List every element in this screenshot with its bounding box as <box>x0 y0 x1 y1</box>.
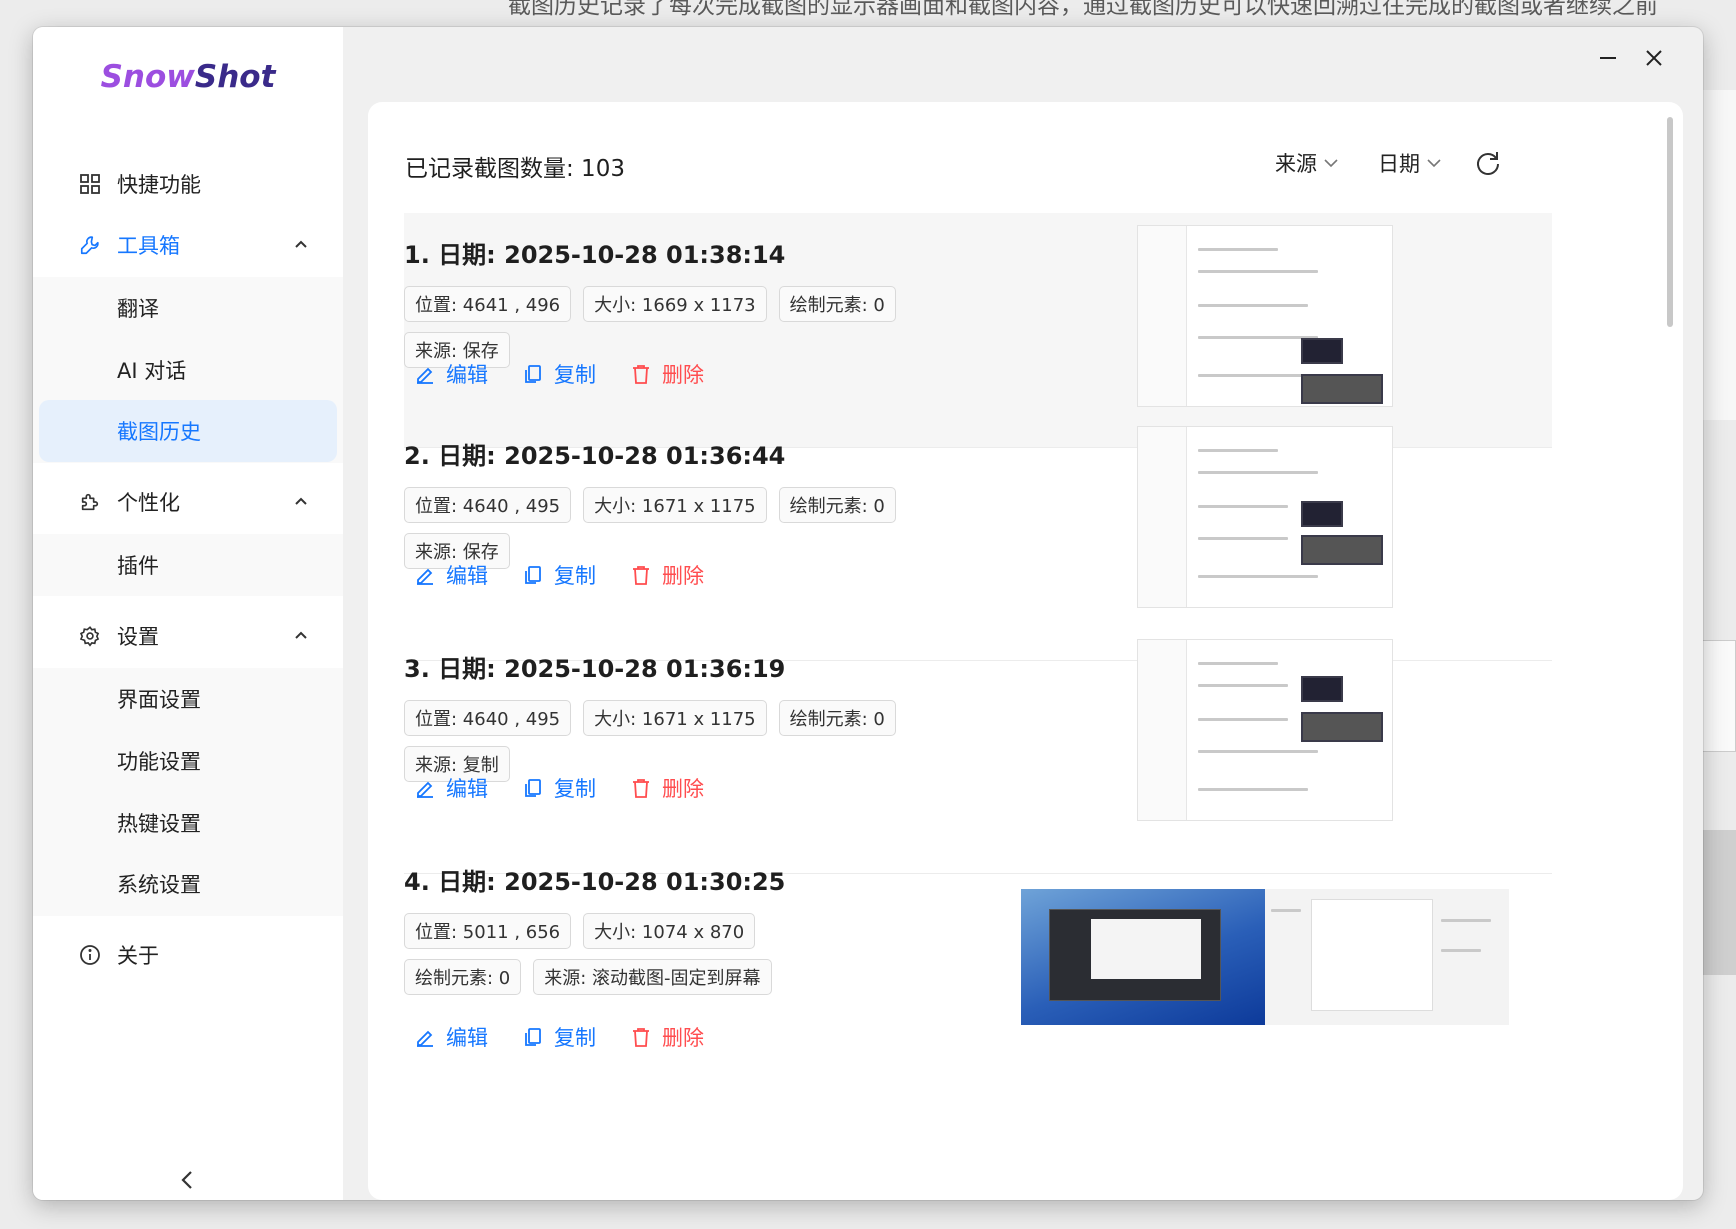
nav-personalize[interactable]: 个性化 <box>39 471 337 533</box>
screenshot-thumbnail[interactable] <box>1137 426 1393 608</box>
edit-button[interactable]: 编辑 <box>414 359 488 389</box>
copy-icon <box>525 566 541 584</box>
wrench-icon <box>77 232 103 258</box>
app-window: SnowShot 快捷功能 工具箱 翻译 AI 对话 截图历史 个性化 插件 设… <box>33 27 1703 1200</box>
elements-tag: 绘制元素: 0 <box>404 959 522 995</box>
nav-quick-label: 快捷功能 <box>117 173 201 197</box>
copy-button[interactable]: 复制 <box>522 773 596 803</box>
nav-screenshot-history[interactable]: 截图历史 <box>39 400 337 462</box>
screenshot-thumbnail[interactable] <box>1137 639 1393 821</box>
nav-ai-chat[interactable]: AI 对话 <box>39 339 337 401</box>
screenshot-count: 已记录截图数量: 103 <box>405 156 625 182</box>
nav-settings[interactable]: 设置 <box>39 605 337 667</box>
grid-icon <box>77 171 103 197</box>
elements-tag: 绘制元素: 0 <box>778 487 896 523</box>
trash-icon <box>633 566 649 585</box>
background-doc-text: 截图历史记录了每次完成截图的显示器画面和截图内容，通过截图历史可以快速回溯过往完… <box>508 0 1658 19</box>
elements-tag: 绘制元素: 0 <box>778 286 896 322</box>
minimize-button[interactable] <box>1591 41 1625 75</box>
nav-hotkey-settings[interactable]: 热键设置 <box>39 792 337 854</box>
nav-function-settings[interactable]: 功能设置 <box>39 730 337 792</box>
screenshot-thumbnail[interactable] <box>1137 225 1393 407</box>
record-title: 1. 日期: 2025-10-28 01:38:14 <box>404 241 786 269</box>
nav-quick-functions[interactable]: 快捷功能 <box>39 153 337 215</box>
gear-icon <box>77 623 103 649</box>
source-filter[interactable]: 来源 <box>1275 148 1339 178</box>
size-tag: 大小: 1671 x 1175 <box>583 700 767 736</box>
edit-icon <box>417 367 433 384</box>
nav-toolbox-label: 工具箱 <box>117 234 180 258</box>
delete-button[interactable]: 删除 <box>630 1022 704 1052</box>
elements-tag: 绘制元素: 0 <box>778 700 896 736</box>
trash-icon <box>633 1028 649 1047</box>
info-icon <box>77 942 103 968</box>
history-content: 已记录截图数量: 103 来源 日期 1. 日期: 2025-10-28 01:… <box>368 102 1683 1200</box>
nav-ui-settings[interactable]: 界面设置 <box>39 668 337 730</box>
nav-system-settings[interactable]: 系统设置 <box>39 853 337 915</box>
sidebar: SnowShot 快捷功能 工具箱 翻译 AI 对话 截图历史 个性化 插件 设… <box>33 27 343 1200</box>
delete-button[interactable]: 删除 <box>630 359 704 389</box>
collapse-sidebar-icon[interactable] <box>173 1165 203 1195</box>
chevron-down-icon <box>1324 159 1338 168</box>
size-tag: 大小: 1671 x 1175 <box>583 487 767 523</box>
chevron-down-icon <box>1427 159 1441 168</box>
edit-icon <box>417 781 433 798</box>
chevron-up-icon <box>295 631 307 639</box>
refresh-icon[interactable] <box>1473 148 1503 178</box>
size-tag: 大小: 1074 x 870 <box>583 913 756 949</box>
chevron-up-icon <box>295 497 307 505</box>
position-tag: 位置: 5011 , 656 <box>404 913 572 949</box>
background-panel <box>1699 90 1736 420</box>
date-filter[interactable]: 日期 <box>1378 148 1442 178</box>
copy-button[interactable]: 复制 <box>522 1022 596 1052</box>
position-tag: 位置: 4640 , 495 <box>404 700 572 736</box>
edit-icon <box>417 568 433 585</box>
nav-personalize-label: 个性化 <box>117 491 180 515</box>
trash-icon <box>633 779 649 798</box>
copy-icon <box>525 365 541 383</box>
screenshot-thumbnail[interactable] <box>1021 889 1509 1025</box>
edit-button[interactable]: 编辑 <box>414 560 488 590</box>
minimize-icon <box>1600 57 1616 59</box>
delete-button[interactable]: 删除 <box>630 773 704 803</box>
scrollbar[interactable] <box>1667 117 1673 327</box>
delete-button[interactable]: 删除 <box>630 560 704 590</box>
chevron-up-icon <box>295 240 307 248</box>
close-button[interactable] <box>1637 41 1671 75</box>
nav-plugins[interactable]: 插件 <box>39 534 337 596</box>
edit-button[interactable]: 编辑 <box>414 1022 488 1052</box>
background-image <box>1700 830 1736 975</box>
record-title: 4. 日期: 2025-10-28 01:30:25 <box>404 868 786 896</box>
app-logo: SnowShot <box>100 59 276 95</box>
history-record: 2. 日期: 2025-10-28 01:36:44 位置: 4640 , 49… <box>404 426 1552 661</box>
history-record: 3. 日期: 2025-10-28 01:36:19 位置: 4640 , 49… <box>404 639 1552 874</box>
nav-settings-label: 设置 <box>117 625 159 649</box>
record-title: 3. 日期: 2025-10-28 01:36:19 <box>404 655 786 683</box>
record-title: 2. 日期: 2025-10-28 01:36:44 <box>404 442 786 470</box>
history-record: 1. 日期: 2025-10-28 01:38:14 位置: 4641 , 49… <box>404 213 1552 448</box>
nav-about-label: 关于 <box>117 944 159 968</box>
copy-button[interactable]: 复制 <box>522 560 596 590</box>
copy-icon <box>525 1028 541 1046</box>
position-tag: 位置: 4640 , 495 <box>404 487 572 523</box>
nav-translate[interactable]: 翻译 <box>39 277 337 339</box>
edit-button[interactable]: 编辑 <box>414 773 488 803</box>
position-tag: 位置: 4641 , 496 <box>404 286 572 322</box>
puzzle-icon <box>77 489 103 515</box>
size-tag: 大小: 1669 x 1173 <box>583 286 767 322</box>
nav-about[interactable]: 关于 <box>39 924 337 986</box>
copy-button[interactable]: 复制 <box>522 359 596 389</box>
nav-toolbox[interactable]: 工具箱 <box>39 214 337 276</box>
history-record: 4. 日期: 2025-10-28 01:30:25 位置: 5011 , 65… <box>404 852 1552 1112</box>
trash-icon <box>633 365 649 384</box>
source-tag: 来源: 滚动截图-固定到屏幕 <box>533 959 772 995</box>
copy-icon <box>525 779 541 797</box>
close-icon <box>1646 50 1662 66</box>
background-thumbnail <box>1698 640 1736 752</box>
edit-icon <box>417 1030 433 1047</box>
